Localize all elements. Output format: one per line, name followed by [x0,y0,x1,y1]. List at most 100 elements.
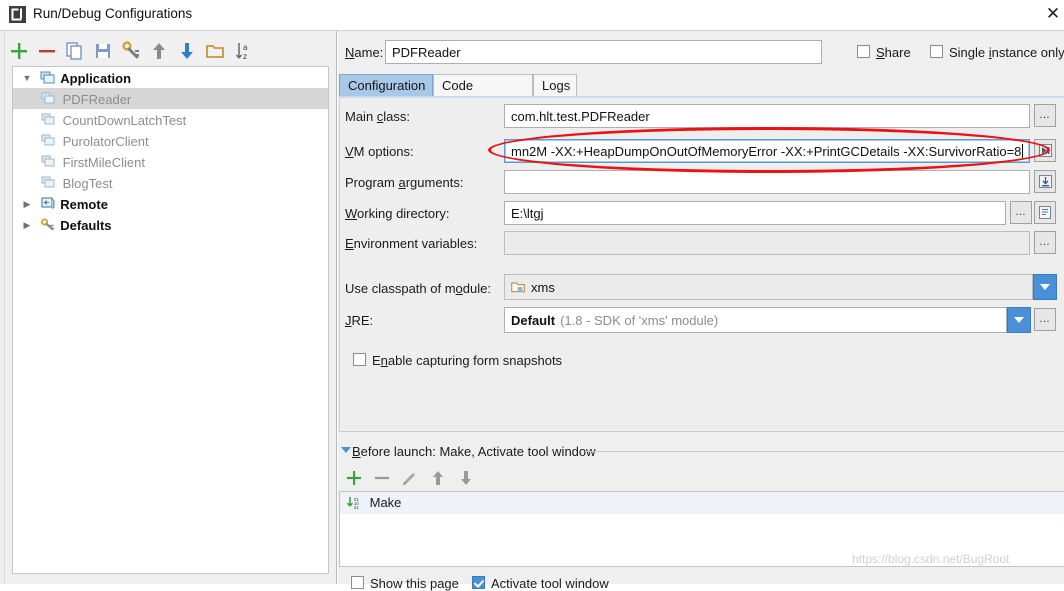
make-icon: 01 10 01 [346,495,366,517]
chevron-right-icon[interactable]: ▶ [19,215,35,236]
main-class-label: Main class: [345,109,411,124]
intellij-idea-icon [9,6,26,23]
move-task-down-button[interactable] [452,466,480,490]
before-launch-collapse-icon[interactable] [341,447,351,453]
svg-text:z: z [243,52,247,61]
jre-value: Default [511,312,556,328]
tab-bar: Configuration Code Coverage Logs [339,74,1064,115]
chevron-down-icon[interactable]: ▼ [19,68,35,89]
environment-variables-input[interactable] [504,231,1030,255]
move-task-up-button[interactable] [424,466,452,490]
use-classpath-of-module-dropdown-button[interactable] [1033,274,1057,300]
environment-variables-label: Environment variables: [345,236,478,251]
folder-icon[interactable] [202,38,228,64]
program-arguments-input[interactable] [504,170,1030,194]
chevron-down-icon [1040,284,1050,290]
tree-node-remote[interactable]: ▶ Remote [13,193,328,214]
jre-combo[interactable]: Default (1.8 - SDK of 'xms' module) [504,307,1007,333]
tree-node-label: PDFReader [62,92,132,108]
title-bar: Run/Debug Configurations ✕ [0,0,1064,30]
vm-options-label: VM options: [345,144,414,159]
remove-configuration-button[interactable] [34,38,60,64]
vm-options-value: mn2M -XX:+HeapDumpOnOutOfMemoryError -XX… [511,143,1022,159]
tree-node-defaults[interactable]: ▶ Defaults [13,214,328,235]
application-icon [41,112,59,126]
window-title: Run/Debug Configurations [33,6,193,21]
jre-hint: (1.8 - SDK of 'xms' module) [560,312,719,328]
tree-node-blogtest[interactable]: BlogTest [13,172,328,193]
program-arguments-expand-button[interactable] [1034,170,1056,193]
sort-az-icon[interactable]: a z [230,38,256,64]
add-task-button[interactable] [340,466,368,490]
name-input[interactable]: PDFReader [385,40,822,64]
module-icon [511,281,525,293]
share-label: Share [876,45,911,60]
text-cursor [1022,144,1023,158]
arrow-down-icon[interactable] [174,38,200,64]
jre-dropdown-button[interactable] [1007,307,1031,333]
environment-variables-browse-button[interactable]: … [1034,231,1056,254]
working-directory-browse-button[interactable]: … [1010,201,1032,224]
tree-node-label: PurolatorClient [62,134,149,150]
insert-macro-icon[interactable] [1034,201,1056,224]
tab-code-coverage[interactable]: Code Coverage [433,74,533,115]
application-icon [41,133,59,147]
tree-node-label: BlogTest [62,176,113,192]
main-class-browse-button[interactable]: … [1034,104,1056,127]
tree-node-label: Defaults [60,218,112,234]
tree-node-label: FirstMileClient [62,155,145,171]
tab-logs[interactable]: Logs [533,74,577,97]
sidebar-left-stripe [0,31,5,584]
application-icon [41,91,59,105]
working-directory-input[interactable]: E:\ltgj [504,201,1006,225]
copy-icon[interactable] [62,38,88,64]
defaults-icon [39,217,57,231]
chevron-down-icon [1014,317,1024,323]
run-debug-configurations-dialog: Run/Debug Configurations ✕ a z ▼ Applica… [0,0,1064,591]
chevron-right-icon[interactable]: ▶ [19,194,35,215]
svg-text:01: 01 [354,505,359,510]
tree-node-label: CountDownLatchTest [62,113,187,129]
main-class-input[interactable]: com.hlt.test.PDFReader [504,104,1030,128]
svg-text:a: a [243,43,248,52]
tree-node-pdfreader[interactable]: PDFReader [13,88,328,109]
task-row-make[interactable]: 01 10 01 Make [340,492,1064,514]
use-classpath-of-module-combo[interactable]: xms [504,274,1033,300]
application-icon [41,154,59,168]
tree-node-countdownlatchtest[interactable]: CountDownLatchTest [13,109,328,130]
arrow-up-icon[interactable] [146,38,172,64]
configurations-tree[interactable]: ▼ Application PDFReader CountDownLatchTe… [12,66,329,574]
tab-configuration[interactable]: Configuration [339,74,433,97]
tree-node-label: Application [60,71,132,87]
before-launch-title: BBefore launch: Make, Activate tool wind… [352,444,596,459]
use-classpath-of-module-value: xms [531,279,555,295]
tree-node-purolatorclient[interactable]: PurolatorClient [13,130,328,151]
pencil-icon[interactable] [396,466,424,490]
activate-tool-window-checkbox[interactable] [472,576,485,589]
share-checkbox[interactable] [857,45,870,58]
task-label: Make [369,495,402,510]
use-classpath-of-module-label: Use classpath of module: [345,281,491,296]
remote-icon [39,196,57,210]
vm-options-expand-button[interactable] [1034,139,1056,162]
jre-browse-button[interactable]: … [1034,308,1056,331]
save-icon[interactable] [90,38,116,64]
working-directory-label: Working directory: [345,206,450,221]
tree-node-firstmileclient[interactable]: FirstMileClient [13,151,328,172]
program-arguments-label: Program arguments: [345,175,464,190]
tree-node-label: Remote [60,197,108,213]
single-instance-only-checkbox[interactable] [930,45,943,58]
watermark: https://blog.csdn.net/BugRoot [852,552,1010,566]
form-bottom-divider [339,431,1064,432]
enable-capturing-checkbox[interactable] [353,353,366,366]
show-this-page-checkbox[interactable] [351,576,364,589]
add-configuration-button[interactable] [6,38,32,64]
before-launch-rule [585,451,1064,452]
close-icon[interactable]: ✕ [1044,5,1062,23]
remove-task-button[interactable] [368,466,396,490]
wrench-icon[interactable] [118,38,144,64]
name-label: NName:ame: [345,45,384,60]
tree-node-application[interactable]: ▼ Application [13,67,328,88]
application-icon [41,175,59,189]
vm-options-input[interactable]: mn2M -XX:+HeapDumpOnOutOfMemoryError -XX… [504,139,1030,163]
